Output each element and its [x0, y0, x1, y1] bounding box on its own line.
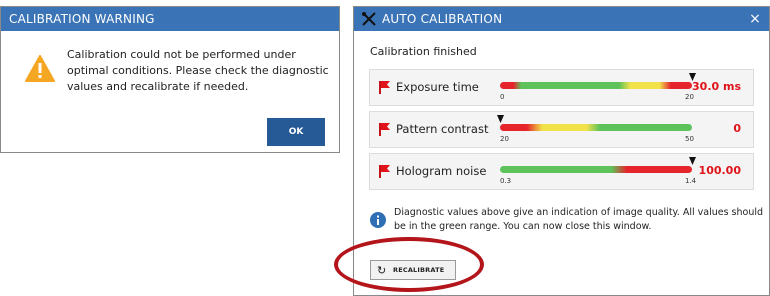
gauge-marker-icon	[496, 115, 504, 123]
diagnostic-row-pattern-contrast: Pattern contrast 20 50 0	[369, 111, 754, 148]
gauge-max-label: 1.4	[685, 177, 697, 185]
gauge-max-label: 50	[685, 135, 694, 143]
info-icon	[370, 212, 386, 228]
diagnostic-label: Pattern contrast	[396, 122, 489, 136]
red-flag-icon	[379, 165, 390, 178]
red-flag-icon	[379, 123, 390, 136]
diagnostic-label: Hologram noise	[396, 164, 487, 178]
gauge-bar	[500, 166, 692, 173]
warning-triangle-icon	[25, 55, 55, 82]
diagnostic-row-hologram-noise: Hologram noise 0.3 1.4 100.00	[369, 153, 754, 190]
gauge-bar	[500, 82, 692, 89]
gauge-min-label: 20	[500, 135, 509, 143]
calibration-warning-dialog: CALIBRATION WARNING Calibration could no…	[0, 6, 340, 153]
warning-message: Calibration could not be performed under…	[67, 48, 329, 93]
ok-button[interactable]: OK	[267, 118, 325, 146]
tools-icon	[362, 12, 376, 26]
gauge-min-label: 0	[500, 93, 505, 101]
warning-dialog-title: CALIBRATION WARNING	[1, 7, 339, 31]
gauge-bar	[500, 124, 692, 131]
diagnostic-value: 0	[733, 122, 741, 135]
recalibrate-button[interactable]: ↻ RECALIBRATE	[370, 260, 456, 280]
auto-calibration-dialog: AUTO CALIBRATION × Calibration finished …	[353, 6, 770, 296]
gauge-max-label: 20	[685, 93, 694, 101]
red-flag-icon	[379, 81, 390, 94]
info-text: Diagnostic values above give an indicati…	[394, 207, 764, 232]
diagnostic-value: 30.0 ms	[692, 80, 741, 93]
recalibrate-label: RECALIBRATE	[393, 266, 445, 274]
close-icon[interactable]: ×	[749, 7, 761, 31]
diagnostic-value: 100.00	[698, 164, 741, 177]
gauge-marker-icon	[688, 157, 696, 165]
auto-dialog-title: AUTO CALIBRATION	[382, 12, 503, 26]
refresh-icon: ↻	[377, 264, 387, 277]
auto-dialog-titlebar: AUTO CALIBRATION ×	[354, 7, 769, 31]
calibration-status: Calibration finished	[370, 45, 477, 58]
gauge-min-label: 0.3	[500, 177, 512, 185]
diagnostic-label: Exposure time	[396, 80, 479, 94]
diagnostic-row-exposure-time: Exposure time 0 20 30.0 ms	[369, 69, 754, 106]
